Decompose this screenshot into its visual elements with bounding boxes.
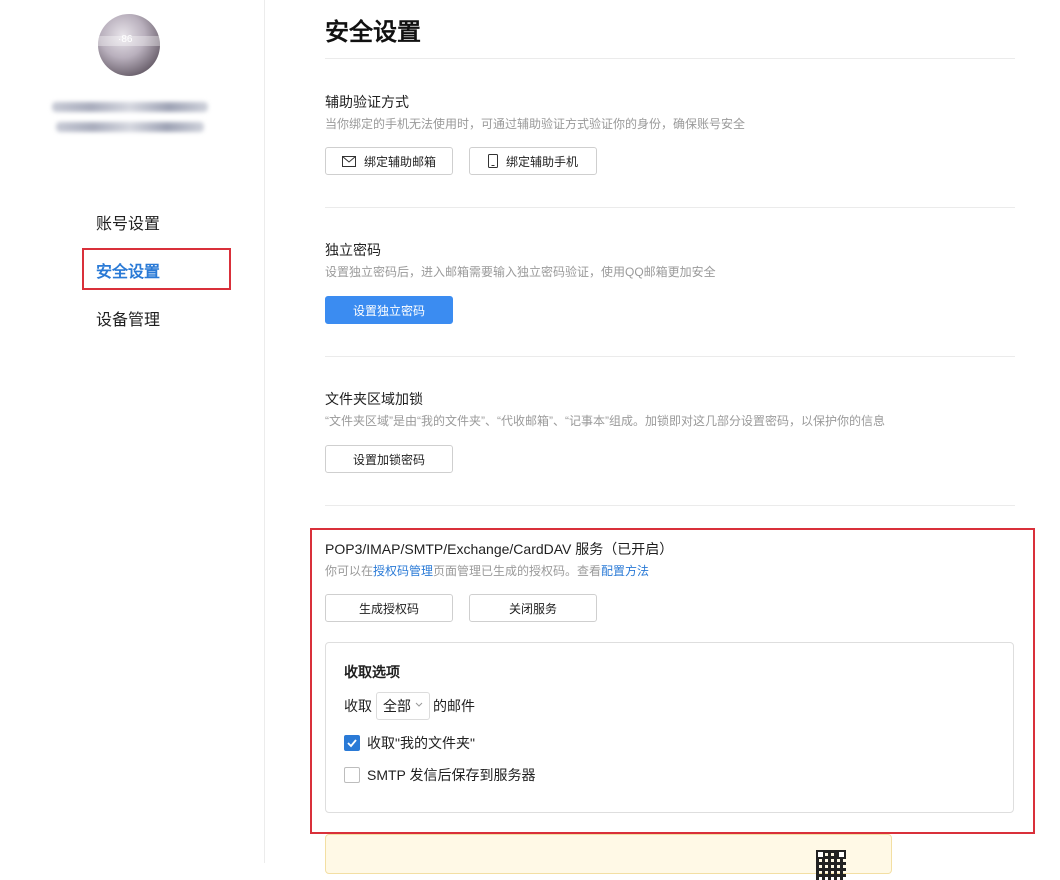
aux-verify-title: 辅助验证方式 xyxy=(325,94,409,110)
divider xyxy=(325,207,1015,208)
bind-aux-email-label: 绑定辅助邮箱 xyxy=(363,154,436,169)
folder-lock-title: 文件夹区域加锁 xyxy=(325,391,423,407)
divider xyxy=(325,505,1015,506)
avatar[interactable]: ·86 xyxy=(98,14,160,76)
nav-highlight-box xyxy=(82,248,231,290)
sidebar-item-device-management[interactable]: 设备管理 xyxy=(96,311,160,331)
mail-icon xyxy=(341,155,356,167)
promo-banner xyxy=(325,834,892,880)
qr-code-icon[interactable] xyxy=(816,850,846,880)
phone-icon xyxy=(487,154,498,168)
independent-password-desc: 设置独立密码后，进入邮箱需要输入独立密码验证，使用QQ邮箱更加安全 xyxy=(325,265,716,279)
independent-password-title: 独立密码 xyxy=(325,242,381,258)
bind-aux-phone-label: 绑定辅助手机 xyxy=(505,154,578,169)
set-lock-password-button[interactable]: 设置加锁密码 xyxy=(325,445,453,473)
aux-verify-desc: 当你绑定的手机无法使用时，可通过辅助验证方式验证你的身份，确保账号安全 xyxy=(325,117,746,131)
divider xyxy=(325,58,1015,59)
set-independent-password-button[interactable]: 设置独立密码 xyxy=(325,296,453,324)
sidebar-item-account-settings[interactable]: 账号设置 xyxy=(96,215,160,235)
avatar-text: ·86 xyxy=(118,34,133,45)
bind-aux-email-button[interactable]: 绑定辅助邮箱 xyxy=(325,147,453,175)
blurred-account-name xyxy=(52,100,208,140)
bind-aux-phone-button[interactable]: 绑定辅助手机 xyxy=(469,147,597,175)
sidebar: ·86 账号设置 安全设置 设备管理 xyxy=(0,0,265,863)
folder-lock-desc: “文件夹区域”是由“我的文件夹”、“代收邮箱”、“记事本”组成。加锁即对这几部分… xyxy=(325,414,885,428)
divider xyxy=(325,356,1015,357)
pop-service-highlight-box xyxy=(310,528,1035,834)
page-title: 安全设置 xyxy=(325,19,421,46)
